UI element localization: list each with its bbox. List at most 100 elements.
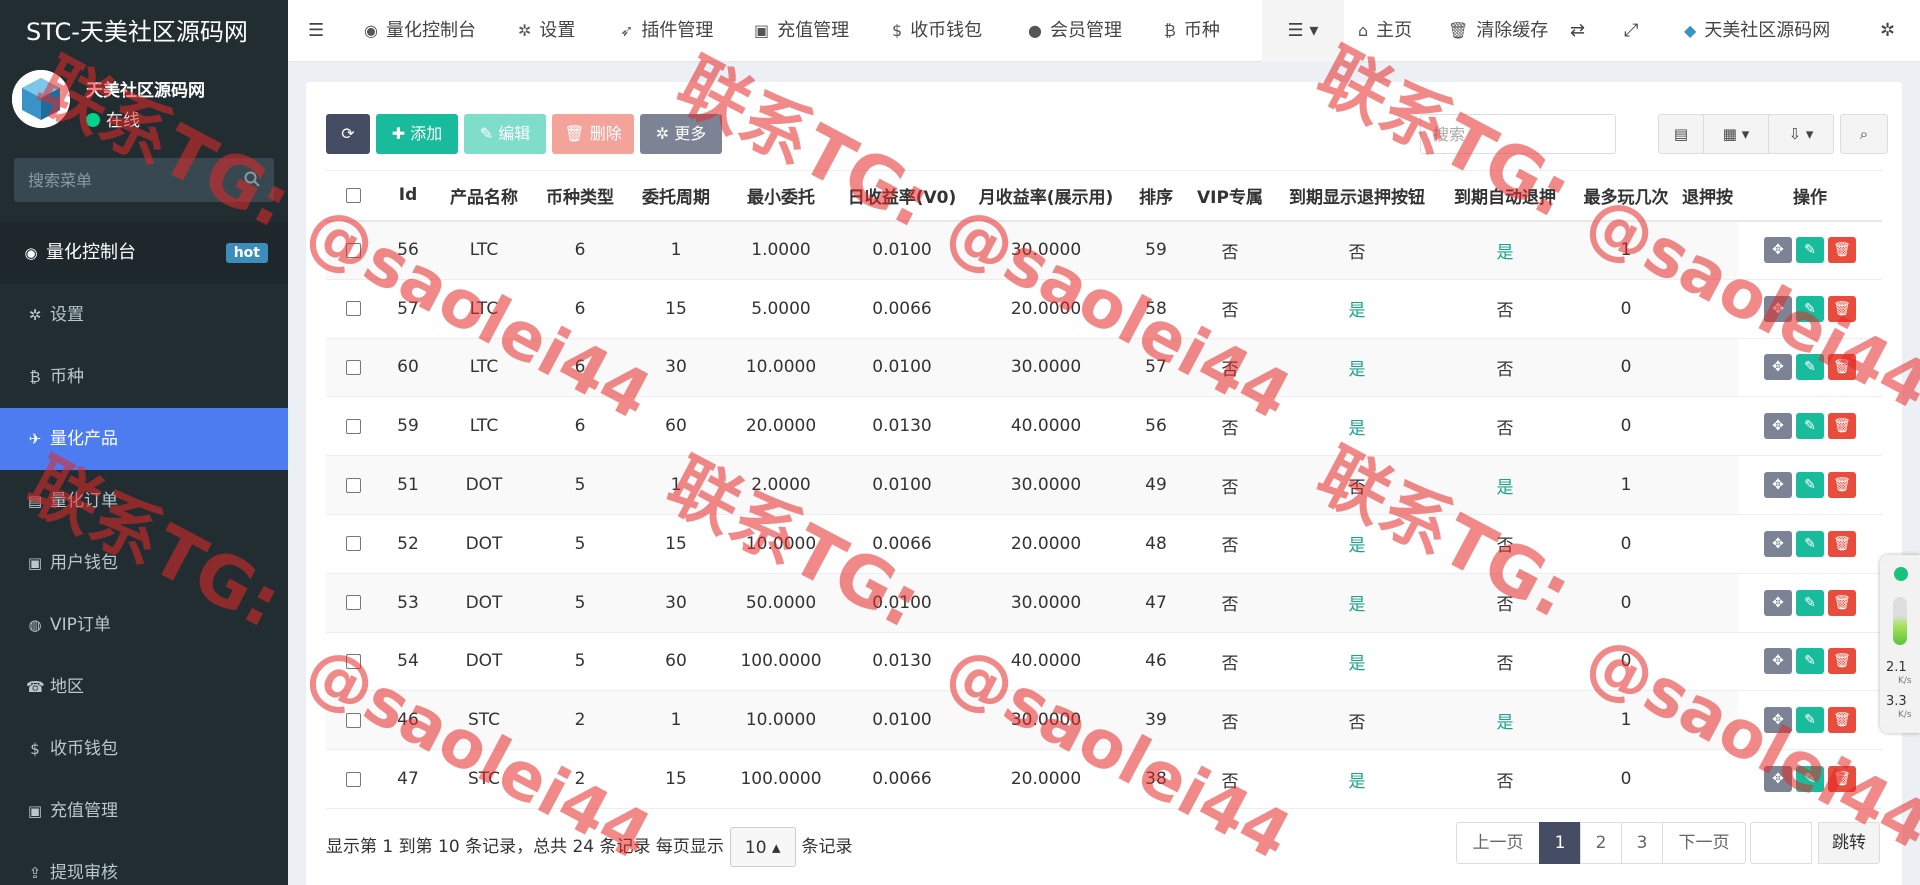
jump-button[interactable]: 跳转 bbox=[1818, 822, 1880, 864]
drag-sort-icon[interactable]: ✥ bbox=[1764, 472, 1792, 499]
sidebar-item-receive-wallet[interactable]: $ 收币钱包 bbox=[0, 718, 288, 780]
row-checkbox[interactable] bbox=[326, 514, 380, 574]
topnav-item-receive-wallet[interactable]: $ 收币钱包 bbox=[892, 0, 982, 62]
col-vip[interactable]: VIP专属 bbox=[1186, 170, 1274, 222]
more-button[interactable]: ✲ 更多 bbox=[640, 114, 722, 154]
drag-sort-icon[interactable]: ✥ bbox=[1764, 530, 1792, 557]
row-checkbox[interactable] bbox=[326, 279, 380, 339]
topnav-more-menu[interactable]: ☰ ▾ bbox=[1262, 0, 1344, 62]
sidebar-toggle-icon[interactable]: ☰ bbox=[308, 0, 324, 62]
sidebar-item-vip-orders[interactable]: ◍ VIP订单 bbox=[0, 594, 288, 656]
fullscreen-icon[interactable]: ⤢ bbox=[1624, 0, 1638, 62]
drag-sort-icon[interactable]: ✥ bbox=[1764, 237, 1792, 264]
row-delete-button[interactable]: 🗑 bbox=[1828, 707, 1856, 734]
row-checkbox[interactable] bbox=[326, 338, 380, 398]
sidebar-item-user-wallet[interactable]: ▣ 用户钱包 bbox=[0, 532, 288, 594]
col-product-name[interactable]: 产品名称 bbox=[436, 170, 532, 222]
drag-sort-icon[interactable]: ✥ bbox=[1764, 295, 1792, 322]
drag-sort-icon[interactable]: ✥ bbox=[1764, 648, 1792, 675]
page-3-button[interactable]: 3 bbox=[1621, 822, 1663, 864]
next-page-button[interactable]: 下一页 bbox=[1662, 822, 1746, 864]
row-edit-button[interactable]: ✎ bbox=[1796, 530, 1824, 557]
page-1-button[interactable]: 1 bbox=[1539, 822, 1581, 864]
export-dropdown-icon[interactable]: ⇩ ▾ bbox=[1768, 114, 1834, 154]
toggle-view-icon[interactable]: ▤ bbox=[1658, 114, 1704, 154]
topnav-item-settings[interactable]: ✲ 设置 bbox=[518, 0, 575, 62]
topnav-clear-cache[interactable]: 🗑 清除缓存 bbox=[1448, 0, 1548, 62]
drag-sort-icon[interactable]: ✥ bbox=[1764, 354, 1792, 381]
refresh-button[interactable]: ⟳ bbox=[326, 114, 370, 154]
row-edit-button[interactable]: ✎ bbox=[1796, 648, 1824, 675]
sidebar-item-recharge[interactable]: ▣ 充值管理 bbox=[0, 780, 288, 842]
select-all-checkbox[interactable] bbox=[326, 170, 380, 222]
row-edit-button[interactable]: ✎ bbox=[1796, 237, 1824, 264]
sidebar-item-withdraw-review[interactable]: ⇪ 提现审核 bbox=[0, 842, 288, 885]
row-delete-button[interactable]: 🗑 bbox=[1828, 413, 1856, 440]
col-min-amount[interactable]: 最小委托 bbox=[724, 170, 838, 222]
sidebar-search-input[interactable] bbox=[14, 158, 274, 202]
col-auto-refund[interactable]: 到期自动退押 bbox=[1440, 170, 1570, 222]
row-edit-button[interactable]: ✎ bbox=[1796, 589, 1824, 616]
row-checkbox[interactable] bbox=[326, 690, 380, 751]
delete-button[interactable]: 🗑 删除 bbox=[552, 114, 634, 154]
net-speed-widget[interactable]: 2.1 K/s 3.3 K/s bbox=[1880, 555, 1920, 733]
add-button[interactable]: ✚ 添加 bbox=[376, 114, 458, 154]
sidebar-item-quant-products[interactable]: ✈ 量化产品 bbox=[0, 408, 288, 470]
col-id[interactable]: Id bbox=[380, 170, 436, 222]
jump-page-input[interactable] bbox=[1750, 822, 1812, 864]
col-daily-rate[interactable]: 日收益率(V0) bbox=[838, 170, 966, 222]
row-edit-button[interactable]: ✎ bbox=[1796, 472, 1824, 499]
topnav-item-recharge[interactable]: ▣ 充值管理 bbox=[754, 0, 849, 62]
row-checkbox[interactable] bbox=[326, 396, 380, 457]
row-delete-button[interactable]: 🗑 bbox=[1828, 295, 1856, 322]
search-icon[interactable] bbox=[244, 171, 260, 187]
row-checkbox[interactable] bbox=[326, 455, 380, 515]
drag-sort-icon[interactable]: ✥ bbox=[1764, 766, 1792, 793]
col-show-refund-btn[interactable]: 到期显示退押按钮 bbox=[1274, 170, 1440, 222]
row-edit-button[interactable]: ✎ bbox=[1796, 295, 1824, 322]
row-checkbox[interactable] bbox=[326, 749, 380, 809]
sidebar-item-quant-orders[interactable]: ▤ 量化订单 bbox=[0, 470, 288, 532]
row-checkbox[interactable] bbox=[326, 220, 380, 280]
row-delete-button[interactable]: 🗑 bbox=[1828, 354, 1856, 381]
drag-sort-icon[interactable]: ✥ bbox=[1764, 413, 1792, 440]
table-search-input[interactable] bbox=[1420, 114, 1616, 154]
row-edit-button[interactable]: ✎ bbox=[1796, 707, 1824, 734]
settings-gear-icon[interactable]: ✲ bbox=[1880, 0, 1895, 62]
edit-button[interactable]: ✎ 编辑 bbox=[464, 114, 546, 154]
topnav-site[interactable]: ◆ 天美社区源码网 bbox=[1684, 0, 1830, 62]
topnav-item-plugins[interactable]: ➶ 插件管理 bbox=[620, 0, 713, 62]
prev-page-button[interactable]: 上一页 bbox=[1456, 822, 1540, 864]
row-delete-button[interactable]: 🗑 bbox=[1828, 472, 1856, 499]
topnav-item-coins[interactable]: ₿ 币种 bbox=[1164, 0, 1220, 62]
columns-dropdown-icon[interactable]: ▦ ▾ bbox=[1703, 114, 1769, 154]
sidebar-item-dashboard[interactable]: ◉ 量化控制台 hot bbox=[0, 222, 288, 284]
col-sort[interactable]: 排序 bbox=[1126, 170, 1186, 222]
row-edit-button[interactable]: ✎ bbox=[1796, 413, 1824, 440]
app-logo[interactable]: STC-天美社区源码网 bbox=[0, 0, 288, 64]
language-icon[interactable]: ⇄ bbox=[1570, 0, 1585, 62]
row-checkbox[interactable] bbox=[326, 632, 380, 692]
row-delete-button[interactable]: 🗑 bbox=[1828, 530, 1856, 557]
row-checkbox[interactable] bbox=[326, 573, 380, 633]
topnav-item-dashboard[interactable]: ◉ 量化控制台 bbox=[364, 0, 476, 62]
sidebar-item-coins[interactable]: ₿ 币种 bbox=[0, 346, 288, 408]
col-max-plays[interactable]: 最多玩几次 bbox=[1570, 170, 1682, 222]
col-monthly-rate[interactable]: 月收益率(展示用) bbox=[966, 170, 1126, 222]
row-edit-button[interactable]: ✎ bbox=[1796, 354, 1824, 381]
row-delete-button[interactable]: 🗑 bbox=[1828, 237, 1856, 264]
page-2-button[interactable]: 2 bbox=[1580, 822, 1622, 864]
drag-sort-icon[interactable]: ✥ bbox=[1764, 589, 1792, 616]
sidebar-item-settings[interactable]: ✲ 设置 bbox=[0, 284, 288, 346]
col-period[interactable]: 委托周期 bbox=[628, 170, 724, 222]
page-size-dropdown[interactable]: 10 ▴ bbox=[729, 827, 796, 867]
col-refund[interactable]: 退押按 bbox=[1682, 170, 1738, 222]
row-delete-button[interactable]: 🗑 bbox=[1828, 589, 1856, 616]
col-coin-type[interactable]: 币种类型 bbox=[532, 170, 628, 222]
topnav-home[interactable]: ⌂ 主页 bbox=[1358, 0, 1412, 62]
sidebar-item-region[interactable]: ☎ 地区 bbox=[0, 656, 288, 718]
drag-sort-icon[interactable]: ✥ bbox=[1764, 707, 1792, 734]
row-delete-button[interactable]: 🗑 bbox=[1828, 766, 1856, 793]
topnav-item-members[interactable]: ● 会员管理 bbox=[1028, 0, 1122, 62]
advanced-search-icon[interactable]: ⌕ bbox=[1840, 114, 1888, 154]
